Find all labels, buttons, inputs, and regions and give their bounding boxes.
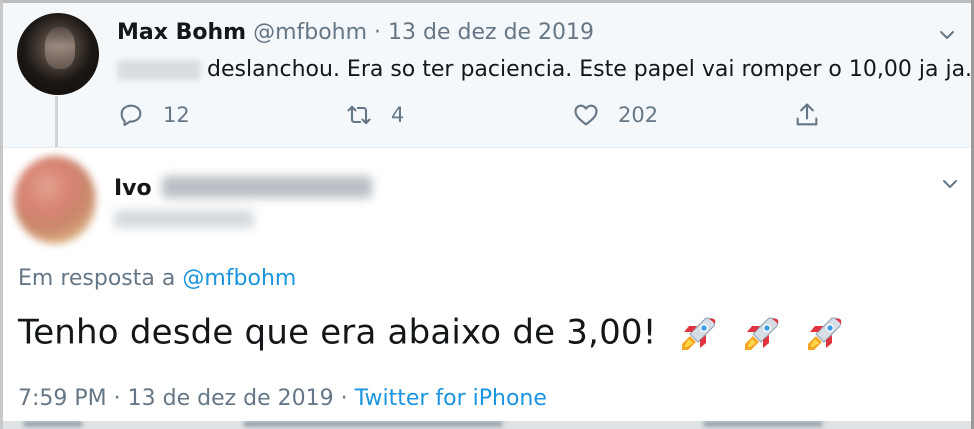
tweet-body: deslanchou. Era so ter paciencia. Este p… <box>207 57 973 82</box>
author-handle[interactable]: @mfbohm <box>253 20 367 45</box>
reply-count: 12 <box>163 103 190 127</box>
tweet-actions: 12 4 202 <box>117 101 837 133</box>
divider <box>3 147 971 148</box>
separator-dot: · <box>374 20 382 45</box>
rocket-icon <box>681 317 715 350</box>
background-page-strip <box>3 421 971 429</box>
chevron-down-icon[interactable] <box>942 176 958 192</box>
rocket-icon <box>744 317 778 350</box>
source-link[interactable]: Twitter for iPhone <box>355 386 547 411</box>
chevron-down-icon[interactable] <box>939 27 955 43</box>
reply-mention-link[interactable]: @mfbohm <box>182 266 296 291</box>
retweet-icon <box>347 105 371 125</box>
avatar[interactable] <box>17 13 99 95</box>
reply-metadata: 7:59 PM · 13 de dez de 2019 · Twitter fo… <box>18 386 547 411</box>
reply-context: Em resposta a @mfbohm <box>18 266 296 291</box>
like-button[interactable]: 202 <box>572 101 658 129</box>
reply-button[interactable]: 12 <box>117 101 190 129</box>
redacted-word <box>117 60 201 80</box>
separator-dot: · <box>113 386 121 411</box>
like-icon <box>574 104 598 126</box>
tweet-date[interactable]: 13 de dez de 2019 <box>388 20 594 45</box>
tweet-text: deslanchou. Era so ter paciencia. Este p… <box>117 57 972 82</box>
reply-date[interactable]: 13 de dez de 2019 <box>128 386 334 411</box>
separator-dot: · <box>340 386 348 411</box>
author-name[interactable]: Max Bohm <box>117 20 246 45</box>
like-count: 202 <box>618 103 659 127</box>
retweet-button[interactable]: 4 <box>345 101 404 129</box>
tweet-header: Max Bohm @mfbohm · 13 de dez de 2019 <box>117 20 594 45</box>
reply-time[interactable]: 7:59 PM <box>18 386 107 411</box>
rocket-icon <box>807 317 841 350</box>
avatar[interactable] <box>14 156 96 244</box>
share-button[interactable] <box>793 101 839 129</box>
author-name[interactable]: Ivo <box>114 176 152 201</box>
retweet-count: 4 <box>391 103 405 127</box>
reply-text: Tenho desde que era abaixo de 3,00! <box>18 312 846 356</box>
reply-label: Em resposta a <box>18 266 176 291</box>
reply-body: Tenho desde que era abaixo de 3,00! <box>18 312 657 353</box>
parent-tweet[interactable]: Max Bohm @mfbohm · 13 de dez de 2019 des… <box>3 3 972 147</box>
reply-icon <box>120 104 142 127</box>
thread-connector <box>55 96 58 148</box>
redacted-handle <box>114 210 254 228</box>
share-icon <box>796 103 818 126</box>
redacted-name <box>162 176 372 198</box>
